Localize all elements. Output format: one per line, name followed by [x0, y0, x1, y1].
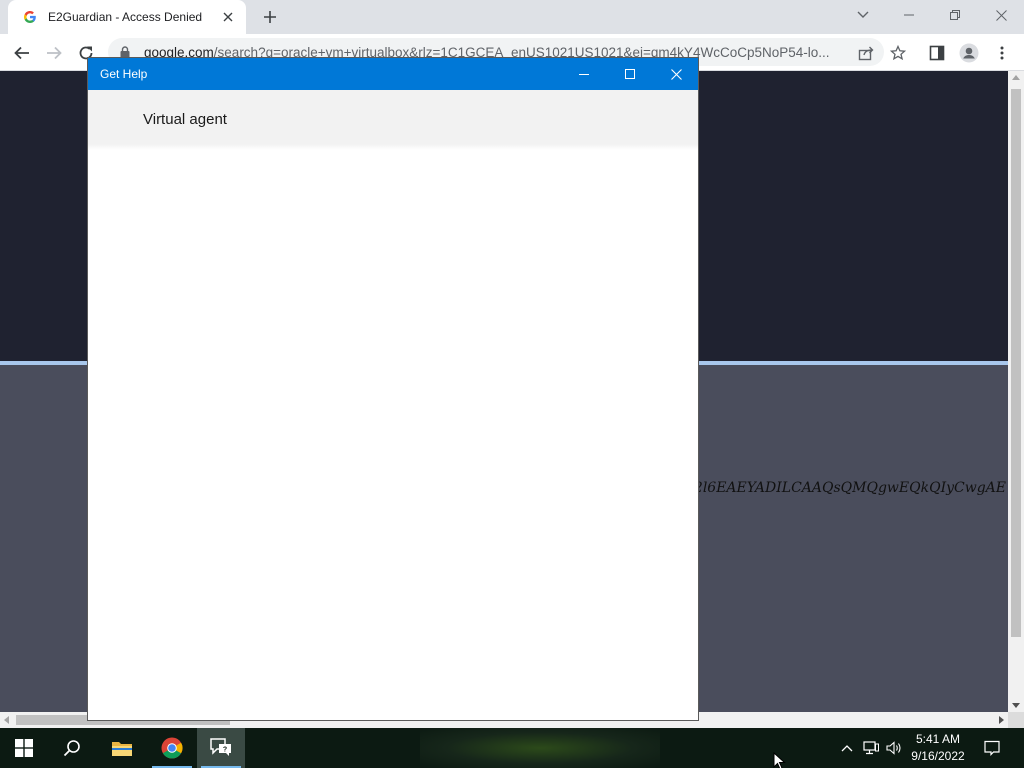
header-shadow [88, 144, 698, 150]
search-button[interactable] [48, 728, 96, 768]
browser-window-controls [886, 0, 1024, 30]
virtual-agent-label: Virtual agent [143, 111, 227, 128]
browser-tab[interactable]: E2Guardian - Access Denied [8, 0, 246, 34]
get-help-taskbar-button[interactable]: ? [197, 728, 245, 768]
tab-close-icon[interactable] [220, 9, 236, 25]
profile-avatar-icon[interactable] [955, 39, 983, 67]
show-hidden-icons-chevron[interactable] [836, 728, 858, 768]
share-icon[interactable] [852, 39, 880, 67]
svg-text:?: ? [223, 747, 227, 754]
browser-minimize-button[interactable] [886, 0, 932, 30]
search-icon [63, 740, 80, 757]
wallpaper-glimpse [420, 728, 660, 768]
bookmark-star-icon[interactable] [884, 39, 912, 67]
mouse-cursor-icon [773, 752, 786, 768]
get-help-title: Get Help [100, 67, 148, 81]
scroll-up-arrow-icon[interactable] [1012, 75, 1020, 80]
vertical-scroll-thumb[interactable] [1011, 89, 1021, 637]
windows-taskbar: ? 5:41 AM 9/16/2022 [0, 728, 1024, 768]
chrome-icon [161, 737, 183, 759]
scroll-right-arrow-icon[interactable] [999, 716, 1004, 724]
get-help-window: Get Help Virtual agent [87, 57, 699, 721]
google-icon [22, 9, 38, 25]
volume-icon[interactable] [883, 728, 905, 768]
get-help-minimize-button[interactable] [561, 58, 607, 90]
get-help-titlebar[interactable]: Get Help [88, 58, 698, 90]
scroll-down-arrow-icon[interactable] [1012, 703, 1020, 708]
notifications-icon[interactable] [978, 728, 1006, 768]
clock-time: 5:41 AM [915, 732, 961, 746]
folder-icon [112, 742, 132, 756]
tab-title: E2Guardian - Access Denied [48, 10, 203, 24]
taskbar-clock[interactable]: 5:41 AM 9/16/2022 [904, 731, 972, 765]
new-tab-button[interactable] [258, 5, 282, 29]
side-panel-icon[interactable] [923, 39, 951, 67]
browser-close-button[interactable] [978, 0, 1024, 30]
clock-date: 9/16/2022 [911, 749, 965, 763]
browser-tabstrip: E2Guardian - Access Denied [0, 0, 1024, 34]
browser-restore-button[interactable] [932, 0, 978, 30]
forward-button[interactable] [40, 39, 68, 67]
get-help-close-button[interactable] [653, 58, 699, 90]
scrollbar-corner [1008, 712, 1024, 728]
tab-search-chevron-icon[interactable] [852, 4, 874, 26]
start-button[interactable] [0, 728, 48, 768]
chrome-menu-icon[interactable] [988, 39, 1016, 67]
scroll-left-arrow-icon[interactable] [4, 716, 9, 724]
get-help-icon: ? [210, 738, 231, 756]
get-help-maximize-button[interactable] [607, 58, 653, 90]
network-icon[interactable] [860, 728, 882, 768]
windows-logo-icon [15, 739, 33, 757]
virtual-agent-header: Virtual agent [88, 90, 698, 144]
chrome-taskbar-button[interactable] [148, 728, 196, 768]
file-explorer-button[interactable] [98, 728, 146, 768]
vertical-scrollbar[interactable] [1008, 71, 1024, 712]
back-button[interactable] [8, 39, 36, 67]
